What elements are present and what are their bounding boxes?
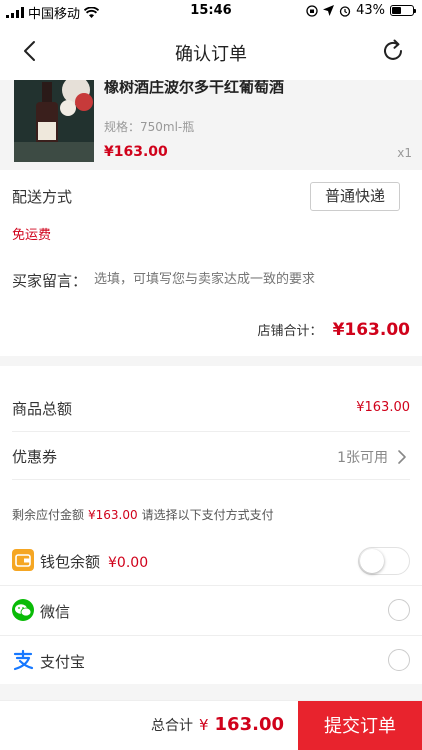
remaining-suffix: 请选择以下支付方式支付 [141, 508, 274, 522]
order-total-label: 总合计 [150, 718, 193, 734]
product-quantity: x1 [397, 146, 412, 160]
goods-total-value: ¥163.00 [356, 400, 410, 415]
alipay-label: 支付宝 [40, 653, 86, 671]
product-spec: 规格：750ml-瓶 [104, 120, 195, 134]
wechat-radio[interactable] [388, 599, 410, 621]
wechat-icon [12, 599, 34, 621]
page-title: 确认订单 [175, 44, 247, 65]
status-right: 43% [306, 3, 416, 18]
status-bar: 中国移动 15:46 43% [0, 0, 422, 22]
shop-subtotal-amount: ¥163.00 [332, 320, 410, 340]
buyer-message-input[interactable] [94, 270, 404, 288]
goods-total-row: 商品总额 ¥163.00 [12, 384, 410, 432]
coupon-row[interactable]: 优惠券 1张可用 [12, 432, 410, 480]
bottom-bar: 总合计 ¥ 163.00 提交订单 [0, 700, 422, 750]
alarm-icon [339, 5, 351, 17]
product-card[interactable]: 橡树酒庄波尔多干红葡萄酒 规格：750ml-瓶 ¥163.00 x1 [0, 80, 422, 170]
remaining-payable: 剩余应付金额 ¥163.00 请选择以下支付方式支付 [12, 506, 274, 523]
order-total-amount: 163.00 [214, 714, 284, 735]
wechat-label: 微信 [40, 603, 71, 621]
shipping-method-button[interactable]: 普通快递 [310, 182, 400, 211]
remaining-prefix: 剩余应付金额 [12, 508, 85, 522]
goods-total-label: 商品总额 [12, 400, 73, 418]
shop-section: 配送方式 普通快递 免运费 买家留言： 店铺合计： ¥163.00 [0, 170, 422, 356]
payment-wallet-row[interactable]: 钱包余额 ¥0.00 [0, 536, 422, 586]
wallet-toggle[interactable] [358, 547, 410, 575]
product-price: ¥163.00 [104, 144, 168, 160]
free-shipping-label: 免运费 [12, 228, 52, 243]
product-name: 橡树酒庄波尔多干红葡萄酒 [104, 80, 285, 96]
wallet-label: 钱包余额 ¥0.00 [40, 553, 149, 571]
remaining-amount: ¥163.00 [88, 508, 138, 522]
orientation-lock-icon [306, 4, 318, 17]
wallet-icon [12, 549, 34, 571]
buyer-message-label: 买家留言： [12, 272, 88, 290]
shop-subtotal-label: 店铺合计： [257, 324, 323, 339]
coupon-label: 优惠券 [12, 448, 58, 466]
submit-order-button[interactable]: 提交订单 [298, 701, 422, 750]
payment-alipay-row[interactable]: 支付宝 [0, 636, 422, 686]
coupon-value: 1张可用 [337, 450, 388, 466]
shipping-label: 配送方式 [12, 188, 73, 206]
wallet-amount: ¥0.00 [108, 555, 149, 571]
product-image [14, 80, 94, 162]
location-icon [323, 5, 335, 16]
order-total: 总合计 ¥ 163.00 [151, 714, 284, 735]
order-summary: 商品总额 ¥163.00 优惠券 1张可用 剩余应付金额 ¥163.00 请选择以下… [0, 366, 422, 684]
payment-wechat-row[interactable]: 微信 [0, 586, 422, 636]
alipay-icon [13, 649, 34, 671]
battery-icon [390, 5, 416, 16]
order-total-currency: ¥ [198, 716, 209, 734]
shop-subtotal: 店铺合计： ¥163.00 [258, 320, 410, 340]
nav-bar: 确认订单 [0, 22, 422, 80]
chevron-right-icon [398, 450, 406, 464]
alipay-radio[interactable] [388, 649, 410, 671]
refresh-icon[interactable] [380, 38, 406, 64]
battery-percent: 43% [356, 3, 385, 18]
